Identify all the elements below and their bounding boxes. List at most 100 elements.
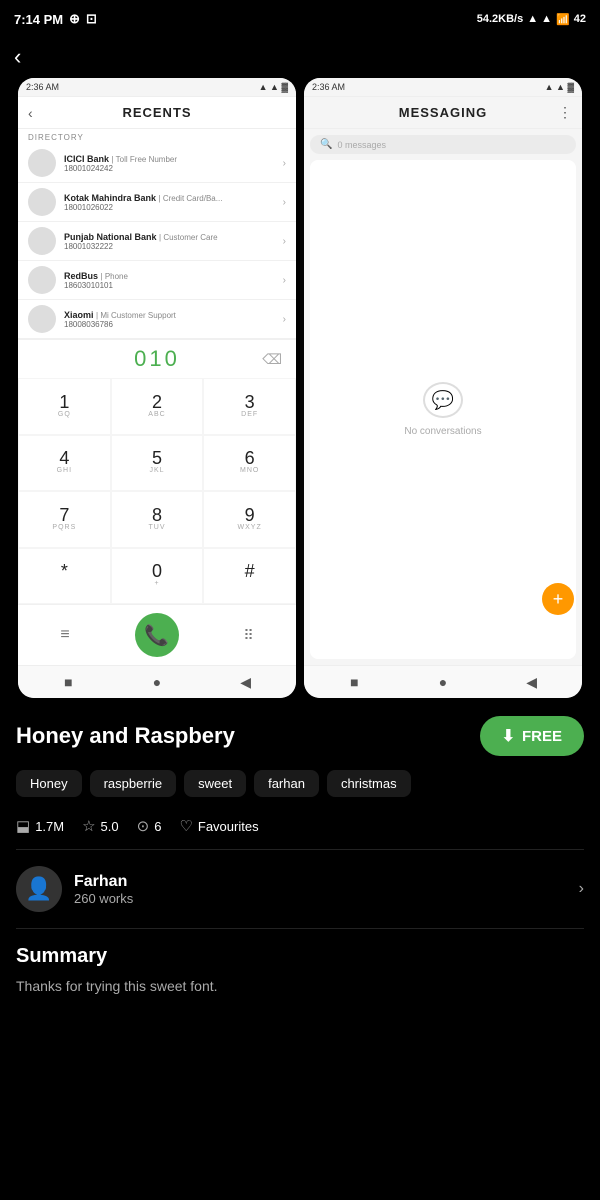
contact-info: Punjab National Bank | Customer Care 180… (64, 232, 283, 251)
author-avatar: 👤 (16, 866, 62, 912)
wifi-icon: 📶 (556, 13, 570, 26)
contact-avatar (28, 227, 56, 255)
key-letters: GQ (58, 411, 71, 420)
key-digit: 0 (152, 562, 162, 580)
contact-info: ICICI Bank | Toll Free Number 1800102424… (64, 154, 283, 173)
key-digit: 1 (59, 393, 69, 411)
dialer-status-icons: ▲ ▲ ▓ (259, 82, 288, 92)
key-digit: 2 (152, 393, 162, 411)
tag-item[interactable]: farhan (254, 770, 319, 797)
dialer-back-icon[interactable]: ‹ (28, 105, 33, 121)
dialer-time: 2:36 AM (26, 82, 59, 92)
key-cell[interactable]: 1 GQ (18, 378, 111, 435)
tag-item[interactable]: sweet (184, 770, 246, 797)
back-icon[interactable]: ‹ (14, 44, 21, 69)
download-stat-icon: ⬓ (16, 817, 30, 835)
circle-nav[interactable]: ● (147, 672, 167, 692)
key-letters: ABC (148, 411, 165, 420)
author-name: Farhan (74, 873, 579, 891)
key-letters: WXYZ (238, 524, 262, 533)
back-row: ‹ (0, 36, 600, 78)
battery-icon: ▓ (567, 82, 574, 92)
contact-name: ICICI Bank | Toll Free Number (64, 154, 283, 164)
stat-favourites: ♡ Favourites (179, 817, 258, 835)
contact-number: 18001026022 (64, 203, 283, 212)
square-nav[interactable]: ■ (58, 672, 78, 692)
contact-item[interactable]: RedBus | Phone 18603010101 › (18, 261, 296, 300)
author-works: 260 works (74, 891, 579, 906)
wifi-icon: ▲ (270, 82, 279, 92)
msg-search[interactable]: 🔍 0 messages (310, 135, 576, 154)
key-cell[interactable]: 2 ABC (111, 378, 204, 435)
author-arrow-icon: › (579, 880, 584, 898)
stats-row: ⬓ 1.7M ☆ 5.0 ⊙ 6 ♡ Favourites (16, 811, 584, 850)
menu-icon[interactable]: ≡ (60, 626, 69, 644)
key-digit: * (61, 562, 68, 580)
key-cell[interactable]: 8 TUV (111, 491, 204, 548)
contact-number: 18001024242 (64, 164, 283, 173)
key-letters: PQRS (52, 524, 76, 533)
contact-item[interactable]: ICICI Bank | Toll Free Number 1800102424… (18, 144, 296, 183)
contact-name: Punjab National Bank | Customer Care (64, 232, 283, 242)
triangle-nav[interactable]: ◀ (522, 672, 542, 692)
dialer-status-bar: 2:36 AM ▲ ▲ ▓ (18, 78, 296, 97)
contacts-grid-icon[interactable]: ⠿ (243, 627, 253, 644)
key-cell[interactable]: 9 WXYZ (203, 491, 296, 548)
key-cell[interactable]: # (203, 548, 296, 605)
keypad: 1 GQ 2 ABC 3 DEF 4 GHI 5 JKL 6 MNO 7 PQR… (18, 378, 296, 604)
contact-item[interactable]: Kotak Mahindra Bank | Credit Card/Ba... … (18, 183, 296, 222)
author-info: Farhan 260 works (74, 873, 579, 906)
dialer-bottom: ≡ 📞 ⠿ (18, 604, 296, 665)
key-cell[interactable]: 5 JKL (111, 435, 204, 492)
contact-number: 18603010101 (64, 281, 283, 290)
msg-more-icon[interactable]: ⋮ (558, 104, 572, 121)
contact-item[interactable]: Punjab National Bank | Customer Care 180… (18, 222, 296, 261)
rating-value: 5.0 (101, 819, 119, 834)
key-cell[interactable]: * (18, 548, 111, 605)
key-cell[interactable]: 7 PQRS (18, 491, 111, 548)
delete-icon[interactable]: ⌫ (262, 351, 282, 368)
msg-fab-button[interactable]: + (542, 583, 574, 615)
speech-bubble-icon: 💬 (423, 382, 463, 418)
msg-title: Messaging (399, 105, 487, 120)
free-button[interactable]: ⬇ FREE (480, 716, 584, 756)
key-digit: # (245, 562, 255, 580)
download-icon: ⬇ (502, 726, 515, 746)
app-title-row: Honey and Raspbery ⬇ FREE (16, 716, 584, 756)
key-digit: 9 (245, 506, 255, 524)
contact-item[interactable]: Xiaomi | Mi Customer Support 18008036786… (18, 300, 296, 339)
circle-nav[interactable]: ● (433, 672, 453, 692)
msg-empty-state: 💬 No conversations (310, 160, 576, 659)
wifi-icon: ▲ (556, 82, 565, 92)
tags-row: Honey raspberrie sweet farhan christmas (16, 770, 584, 797)
contact-arrow-icon: › (283, 236, 286, 247)
network-speed: 54.2KB/s (477, 13, 523, 25)
contact-tag: | Toll Free Number (112, 155, 178, 164)
author-row[interactable]: 👤 Farhan 260 works › (16, 850, 584, 929)
msg-status-bar: 2:36 AM ▲ ▲ ▓ (304, 78, 582, 97)
key-cell[interactable]: 3 DEF (203, 378, 296, 435)
contact-tag: | Mi Customer Support (96, 311, 176, 320)
no-conversations-label: No conversations (404, 426, 481, 437)
msg-time: 2:36 AM (312, 82, 345, 92)
msg-wrapper: 💬 No conversations + (304, 160, 582, 665)
tag-item[interactable]: raspberrie (90, 770, 177, 797)
key-cell[interactable]: 4 GHI (18, 435, 111, 492)
contact-name: Kotak Mahindra Bank | Credit Card/Ba... (64, 193, 283, 203)
tag-item[interactable]: Honey (16, 770, 82, 797)
key-letters: DEF (241, 411, 258, 420)
tag-item[interactable]: christmas (327, 770, 411, 797)
contact-tag: | Credit Card/Ba... (159, 194, 223, 203)
key-cell[interactable]: 0 + (111, 548, 204, 605)
camera-icon: ⊡ (86, 11, 97, 27)
contact-arrow-icon: › (283, 158, 286, 169)
key-digit: 4 (59, 449, 69, 467)
key-digit: 8 (152, 506, 162, 524)
key-cell[interactable]: 6 MNO (203, 435, 296, 492)
square-nav[interactable]: ■ (344, 672, 364, 692)
triangle-nav[interactable]: ◀ (236, 672, 256, 692)
call-button[interactable]: 📞 (135, 613, 179, 657)
messaging-screen: 2:36 AM ▲ ▲ ▓ Messaging ⋮ 🔍 0 messages 💬… (304, 78, 582, 698)
dialer-bottom-nav: ■ ● ◀ (18, 665, 296, 698)
dialer-display: 010 ⌫ (18, 339, 296, 378)
